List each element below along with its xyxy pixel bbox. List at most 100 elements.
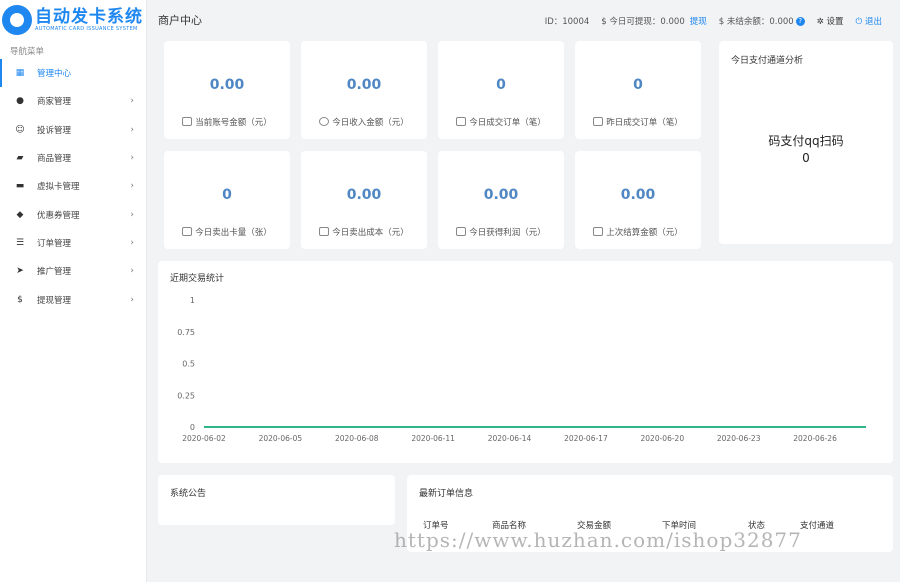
nav-caption: 导航菜单 [10, 47, 45, 57]
x-tick-label: 2020-06-23 [717, 434, 761, 443]
sidebar-item-label: 商家管理 [37, 97, 72, 108]
x-tick-label: 2020-06-14 [488, 434, 532, 443]
list-icon: ☰ [15, 237, 25, 248]
dashboard-icon: ▦ [15, 68, 25, 79]
chevron-right-icon: › [130, 266, 134, 277]
stat-card-last-settlement: 0.00 上次结算金额（元） [575, 151, 701, 249]
x-tick-label: 2020-06-08 [335, 434, 379, 443]
merchant-id: ID：10004 [544, 17, 590, 27]
stat-card-today-orders: 0 今日成交订单（笔） [438, 41, 564, 139]
stat-value: 0 [633, 77, 643, 93]
notice-title: 系统公告 [170, 489, 207, 499]
stat-card-today-profit: 0.00 今日获得利润（元） [438, 151, 564, 249]
sidebar-item[interactable]: ☺ 投诉管理 › [0, 116, 146, 144]
y-tick-label: 0.5 [182, 360, 195, 369]
stat-value: 0.00 [620, 187, 656, 203]
y-tick-label: 0.75 [177, 328, 195, 337]
x-tick-label: 2020-06-05 [259, 434, 303, 443]
sidebar-item-label: 虚拟卡管理 [37, 182, 80, 193]
x-tick-label: 2020-06-02 [182, 434, 226, 443]
stat-value: 0.00 [209, 77, 245, 93]
stat-card-yesterday-orders: 0 昨日成交订单（笔） [575, 41, 701, 139]
x-tick-label: 2020-06-20 [641, 434, 685, 443]
x-tick-label: 2020-06-11 [411, 434, 455, 443]
shopping-bag-icon: ▰ [16, 153, 24, 164]
stat-label: 昨日成交订单（笔） [606, 118, 683, 128]
power-icon: ⏻ [855, 17, 863, 27]
logout-label: 退出 [864, 17, 882, 27]
sidebar-item[interactable]: ▦ 管理中心 [0, 59, 146, 88]
stat-label: 今日卖出成本（元） [332, 228, 409, 238]
brand-name: 自动发卡系统 [35, 6, 143, 27]
sidebar-item-label: 优惠券管理 [37, 210, 80, 221]
withdraw-link[interactable]: 提现 [690, 15, 707, 27]
stat-card-sales-cost: 0.00 今日卖出成本（元） [301, 151, 427, 249]
sidebar-item[interactable]: ▬ 虚拟卡管理 › [0, 172, 146, 200]
stat-value: 0 [496, 77, 506, 93]
logo-mark-icon [2, 5, 32, 35]
sidebar-item[interactable]: ● 商家管理 › [0, 87, 146, 115]
chevron-right-icon: › [130, 294, 134, 305]
stat-value: 0.00 [346, 77, 382, 93]
stat-value: 0.00 [346, 187, 382, 203]
box-icon [319, 227, 330, 236]
stat-card-cards-sold: 0 今日卖出卡量（张） [164, 151, 290, 249]
sidebar-item[interactable]: ➤ 推广管理 › [0, 257, 146, 285]
sidebar-item-label: 商品管理 [37, 154, 72, 165]
unsettled-balance: $ 未结余额：0.000 [718, 17, 794, 27]
document-icon [593, 227, 604, 236]
watermark-text: https://www.huzhan.com/ishop32877 [394, 528, 802, 552]
sidebar-item[interactable]: ◆ 优惠券管理 › [0, 200, 146, 228]
orders-title: 最新订单信息 [419, 489, 474, 499]
credit-card-icon: ▬ [15, 181, 25, 192]
chevron-right-icon: › [130, 124, 134, 135]
channel-panel-title: 今日支付通道分析 [731, 56, 804, 66]
image-icon [182, 227, 193, 236]
dollar-icon: $ [17, 294, 23, 305]
channel-name: 码支付qq扫码 [768, 134, 844, 148]
logout-button[interactable]: ⏻ 退出 [856, 15, 882, 27]
smile-icon: ☺ [15, 124, 25, 135]
line-chart: 0 0.25 0.5 0.75 1 2020-06-02 2020-06-05 2020-06… [177, 296, 866, 443]
x-tick-label: 2020-06-26 [793, 434, 837, 443]
settings-label: 设置 [826, 17, 844, 27]
settings-button[interactable]: ✲ 设置 [817, 15, 844, 27]
wallet-icon [182, 117, 193, 126]
brand-logo[interactable]: 自动发卡系统 AUTOMATIC CARD ISSUANCE SYSTEM [0, 0, 146, 40]
y-tick-label: 0 [190, 423, 195, 432]
paper-plane-icon: ➤ [16, 266, 24, 277]
chevron-right-icon: › [130, 181, 134, 192]
brand-subtitle: AUTOMATIC CARD ISSUANCE SYSTEM [35, 25, 138, 32]
user-icon: ● [16, 96, 24, 107]
stat-label: 今日成交订单（笔） [469, 118, 546, 128]
stat-label: 当前账号金额（元） [195, 118, 272, 128]
coin-icon [319, 117, 330, 126]
stat-value: 0.00 [483, 187, 519, 203]
transaction-chart-panel: 近期交易统计 0 0.25 0.5 0.75 1 2020-06-02 2020-06-05… [158, 261, 893, 463]
withdrawable-amount: $ 今日可提现：0.000 [601, 17, 685, 27]
sidebar-item[interactable]: ▰ 商品管理 › [0, 144, 146, 172]
stat-label: 今日卖出卡量（张） [195, 228, 272, 238]
sidebar: 自动发卡系统 AUTOMATIC CARD ISSUANCE SYSTEM 导航… [0, 0, 147, 582]
y-tick-label: 0.25 [177, 391, 195, 400]
sidebar-item-label: 提现管理 [37, 295, 72, 306]
chevron-right-icon: › [130, 209, 134, 220]
sidebar-item[interactable]: $ 提现管理 › [0, 285, 146, 313]
page-title: 商户中心 [158, 14, 202, 27]
tag-icon: ◆ [16, 209, 24, 220]
stat-label: 上次结算金额（元） [606, 228, 683, 238]
payment-channel-panel: 今日支付通道分析 码支付qq扫码 0 [719, 41, 893, 244]
stat-label: 今日收入金额（元） [332, 118, 409, 128]
calendar-icon [593, 117, 604, 126]
help-icon[interactable]: ? [795, 16, 805, 26]
chevron-right-icon: › [130, 153, 134, 164]
stat-label: 今日获得利润（元） [469, 228, 546, 238]
folder-icon [456, 117, 467, 126]
sidebar-item[interactable]: ☰ 订单管理 › [0, 229, 146, 257]
stat-card-today-income: 0.00 今日收入金额（元） [301, 41, 427, 139]
stat-card-account-balance: 0.00 当前账号金额（元） [164, 41, 290, 139]
wallet-icon [456, 227, 467, 236]
top-header: 商户中心 ID：10004 $ 今日可提现：0.000 提现 $ 未结余额：0.… [148, 0, 900, 40]
sidebar-item-label: 管理中心 [37, 69, 72, 80]
stat-value: 0 [222, 187, 232, 203]
